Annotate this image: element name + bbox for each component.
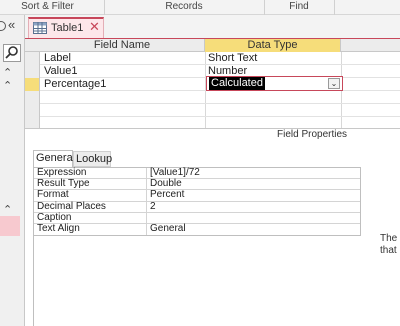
property-name: Caption xyxy=(37,211,72,223)
property-name: Decimal Places xyxy=(37,200,106,212)
field-name-cell[interactable]: Value1 xyxy=(44,65,77,77)
row-selector[interactable] xyxy=(25,91,40,104)
chevron-down-icon[interactable]: ⌄ xyxy=(328,78,340,89)
nav-pane-header: « xyxy=(0,15,25,41)
tab-lookup[interactable]: Lookup xyxy=(73,151,112,167)
column-header-field-name[interactable]: Field Name xyxy=(40,39,205,52)
collapse-group-icon[interactable]: ⌃⌃ xyxy=(3,66,12,92)
property-value[interactable]: Double xyxy=(150,178,182,189)
tab-general[interactable]: General xyxy=(33,150,75,167)
field-design-grid: Field Name Data Type Label Short Text Va… xyxy=(25,39,400,128)
ribbon-group-sort-filter: Sort & Filter xyxy=(21,1,74,12)
grid-header: Field Name Data Type xyxy=(25,39,400,52)
property-value[interactable]: 2 xyxy=(150,201,156,212)
property-name: Result Type xyxy=(37,178,90,190)
document-tab-bar: Table1 ✕ xyxy=(25,15,400,39)
property-help-text: The that xyxy=(380,233,398,256)
search-icon[interactable] xyxy=(3,44,21,62)
property-name: Text Align xyxy=(37,222,80,234)
data-type-cell[interactable]: Short Text xyxy=(208,52,257,64)
data-type-selected-value[interactable]: Calculated xyxy=(209,77,265,90)
tab-table1[interactable]: Table1 ✕ xyxy=(28,17,104,39)
field-properties-title: Field Properties xyxy=(277,129,348,140)
column-header-data-type[interactable]: Data Type xyxy=(205,39,341,52)
property-name: Format xyxy=(37,189,69,201)
row-selector[interactable] xyxy=(25,52,40,65)
nav-pane-menu-icon[interactable] xyxy=(0,21,6,31)
table-row[interactable] xyxy=(25,104,400,117)
property-row[interactable]: Decimal Places 2 xyxy=(34,200,360,213)
row-selector[interactable] xyxy=(25,65,40,78)
tab-label: Table1 xyxy=(51,22,84,34)
property-value[interactable]: Percent xyxy=(150,189,184,200)
property-divider xyxy=(146,223,147,236)
row-selector-active[interactable] xyxy=(25,78,40,91)
table-icon xyxy=(33,22,47,37)
ribbon-group-labels: Sort & Filter Records Find xyxy=(0,0,400,15)
close-icon[interactable]: ✕ xyxy=(89,19,100,35)
nav-selected-item[interactable] xyxy=(0,216,20,236)
ribbon-group-find: Find xyxy=(289,1,309,12)
property-divider xyxy=(146,190,147,201)
property-divider xyxy=(146,212,147,223)
table-row[interactable]: Label Short Text xyxy=(25,52,400,65)
ribbon-group-records: Records xyxy=(165,1,203,12)
row-selector[interactable] xyxy=(25,104,40,117)
collapse-pane-icon[interactable]: « xyxy=(8,17,15,32)
navigation-pane: « ⌃⌃ ⌃⌃ xyxy=(0,15,25,326)
property-divider xyxy=(146,201,147,212)
property-divider xyxy=(146,179,147,190)
property-row[interactable]: Text Align General xyxy=(34,222,360,236)
property-row[interactable]: Result Type Double xyxy=(34,178,360,191)
property-name: Expression xyxy=(37,167,87,178)
properties-table: Expression [Value1]/72 Result Type Doubl… xyxy=(33,167,361,237)
property-divider xyxy=(146,168,147,179)
data-type-dropdown[interactable]: Calculated ⌄ xyxy=(206,76,343,91)
field-name-cell[interactable]: Percentage1 xyxy=(44,78,106,90)
field-name-cell[interactable]: Label xyxy=(44,52,71,64)
table-row[interactable] xyxy=(25,91,400,104)
ribbon-separator xyxy=(334,0,335,15)
property-row[interactable]: Caption xyxy=(34,211,360,224)
property-value[interactable]: General xyxy=(150,223,186,234)
property-value[interactable]: [Value1]/72 xyxy=(150,167,200,178)
